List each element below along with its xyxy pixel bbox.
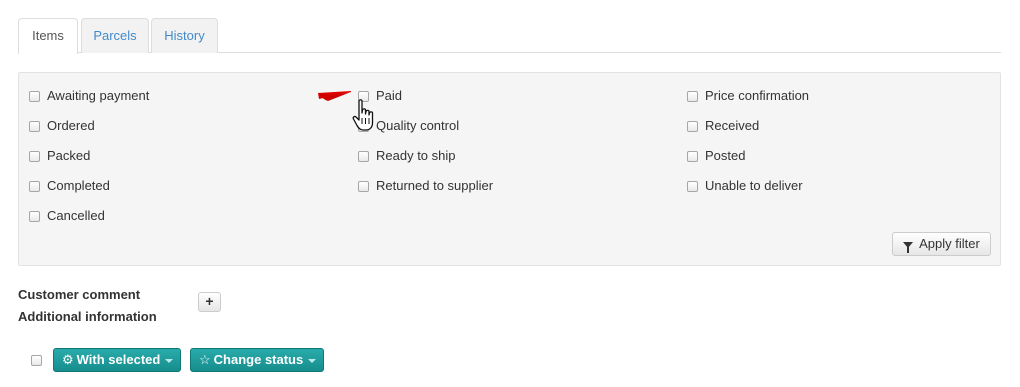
checkbox[interactable] (29, 120, 40, 132)
tab-parcels[interactable]: Parcels (81, 18, 149, 53)
change-status-dropdown-button[interactable]: ☆ Change status (190, 348, 324, 372)
with-selected-label: With selected (76, 352, 161, 367)
apply-filter-label: Apply filter (919, 236, 980, 251)
filter-option-returned-to-supplier[interactable]: Returned to supplier (358, 176, 493, 196)
filter-option-label: Returned to supplier (376, 178, 494, 193)
filter-option-label: Packed (47, 148, 91, 163)
filter-option-label: Cancelled (47, 208, 105, 223)
select-all-checkbox[interactable] (31, 355, 42, 366)
filter-option-label: Ordered (47, 118, 95, 133)
gear-icon: ⚙ (62, 352, 74, 367)
checkbox[interactable] (687, 180, 698, 192)
add-comment-button[interactable]: + (198, 292, 221, 312)
filter-option-ready-to-ship[interactable]: Ready to ship (358, 146, 456, 166)
checkbox[interactable] (687, 120, 698, 132)
filter-option-posted[interactable]: Posted (687, 146, 745, 166)
filter-option-packed[interactable]: Packed (29, 146, 90, 166)
checkbox[interactable] (29, 90, 40, 102)
star-icon: ☆ (199, 352, 211, 367)
checkbox[interactable] (29, 180, 40, 192)
filter-option-label: Price confirmation (705, 88, 810, 103)
checkbox[interactable] (687, 150, 698, 162)
filter-option-label: Paid (376, 88, 403, 103)
filter-option-cancelled[interactable]: Cancelled (29, 206, 105, 226)
checkbox[interactable] (358, 180, 369, 192)
filter-icon (903, 242, 914, 253)
chevron-down-icon (308, 358, 317, 363)
filter-option-label: Unable to deliver (705, 178, 803, 193)
chevron-down-icon (165, 358, 174, 363)
customer-comment-label: Customer comment (18, 287, 141, 302)
checkbox[interactable] (358, 150, 369, 162)
filter-option-ordered[interactable]: Ordered (29, 116, 95, 136)
filter-option-label: Awaiting payment (47, 88, 150, 103)
filter-option-label: Received (705, 118, 760, 133)
filter-option-label: Ready to ship (376, 148, 456, 163)
filter-option-price-confirmation[interactable]: Price confirmation (687, 86, 809, 106)
tab-history[interactable]: History (151, 18, 218, 53)
filter-option-awaiting-payment[interactable]: Awaiting payment (29, 86, 149, 106)
filter-option-unable-to-deliver[interactable]: Unable to deliver (687, 176, 803, 196)
filter-option-label: Posted (705, 148, 746, 163)
checkbox[interactable] (29, 210, 40, 222)
red-arrow-pointer-icon (318, 91, 351, 101)
additional-information-label: Additional information (18, 309, 157, 324)
hand-cursor-icon (352, 99, 374, 131)
apply-filter-button[interactable]: Apply filter (892, 232, 991, 256)
filter-option-received[interactable]: Received (687, 116, 759, 136)
status-filter-panel: Awaiting payment Ordered Packed Complete… (18, 72, 1001, 266)
checkbox[interactable] (687, 90, 698, 102)
filter-option-label: Completed (47, 178, 110, 193)
filter-option-label: Quality control (376, 118, 460, 133)
tab-bar: Items Parcels History (18, 18, 1001, 54)
tab-items[interactable]: Items (18, 18, 78, 54)
with-selected-dropdown-button[interactable]: ⚙ With selected (53, 348, 181, 372)
filter-option-completed[interactable]: Completed (29, 176, 110, 196)
checkbox[interactable] (29, 150, 40, 162)
change-status-label: Change status (213, 352, 304, 367)
